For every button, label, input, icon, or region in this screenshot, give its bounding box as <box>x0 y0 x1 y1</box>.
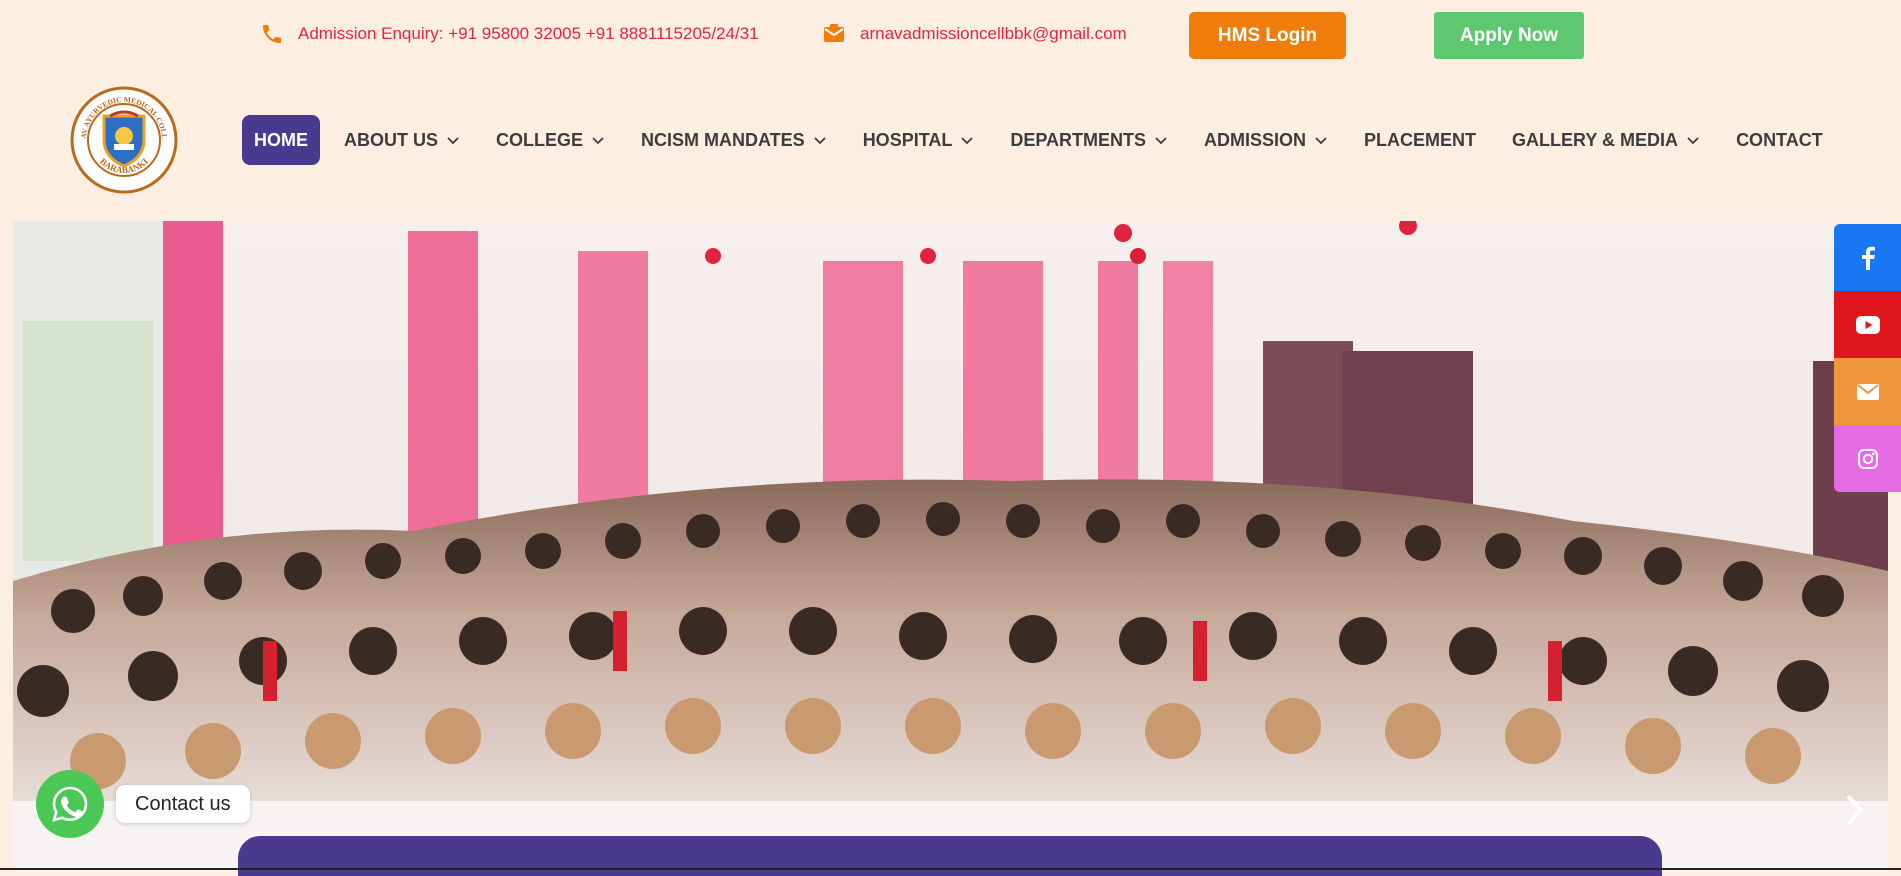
youtube-icon <box>1855 315 1880 334</box>
top-bar: Admission Enquiry: +91 95800 32005 +91 8… <box>0 0 1901 72</box>
hms-login-button[interactable]: HMS Login <box>1189 12 1346 59</box>
chevron-right-icon <box>1846 794 1864 826</box>
envelope-icon <box>824 24 844 42</box>
nav-ncism-mandates-label: NCISM MANDATES <box>641 129 805 150</box>
chevron-down-icon <box>592 137 604 145</box>
nav-college[interactable]: COLLEGE <box>484 115 617 165</box>
nav-departments-label: DEPARTMENTS <box>1010 129 1147 150</box>
chevron-down-icon <box>1315 137 1327 145</box>
hero-caption-bar <box>238 836 1662 876</box>
whatsapp-contact-label[interactable]: Contact us <box>116 785 250 823</box>
admission-enquiry[interactable]: Admission Enquiry: +91 95800 32005 +91 8… <box>260 22 759 46</box>
nav-ncism-mandates[interactable]: NCISM MANDATES <box>629 115 839 165</box>
nav-about-us[interactable]: ABOUT US <box>332 115 472 165</box>
main-navigation: HOME ABOUT US COLLEGE NCISM MANDATES HOS… <box>242 115 1835 165</box>
chevron-down-icon <box>1687 137 1699 145</box>
college-logo[interactable]: ARNAV AYURVEDIC MEDICAL COLLEGE BARABANK… <box>67 79 178 194</box>
phone-icon <box>263 25 281 43</box>
slider-next-button[interactable] <box>1839 787 1869 833</box>
hero-slider <box>13 221 1888 870</box>
email-icon <box>1856 383 1879 400</box>
hero-photo <box>13 221 1888 870</box>
admission-enquiry-text: Admission Enquiry: +91 95800 32005 +91 8… <box>298 24 759 43</box>
email-contact[interactable]: arnavadmissioncellbbk@gmail.com <box>822 22 1127 46</box>
chevron-down-icon <box>447 137 459 145</box>
chevron-down-icon <box>814 137 826 145</box>
nav-departments[interactable]: DEPARTMENTS <box>998 115 1180 165</box>
facebook-link[interactable] <box>1834 224 1901 291</box>
youtube-link[interactable] <box>1834 291 1901 358</box>
nav-gallery-media-label: GALLERY & MEDIA <box>1512 129 1679 150</box>
chevron-down-icon <box>1155 137 1167 145</box>
chevron-down-icon <box>961 137 973 145</box>
nav-hospital-label: HOSPITAL <box>862 129 953 150</box>
nav-admission-label: ADMISSION <box>1204 129 1307 150</box>
whatsapp-button[interactable] <box>36 770 104 838</box>
nav-placement-label: PLACEMENT <box>1364 129 1477 150</box>
email-text: arnavadmissioncellbbk@gmail.com <box>860 24 1127 43</box>
nav-contact[interactable]: CONTACT <box>1724 115 1835 165</box>
instagram-link[interactable] <box>1834 425 1901 492</box>
apply-now-button[interactable]: Apply Now <box>1434 12 1584 59</box>
facebook-icon <box>1861 246 1875 270</box>
nav-admission[interactable]: ADMISSION <box>1192 115 1340 165</box>
college-emblem-logo: ARNAV AYURVEDIC MEDICAL COLLEGE BARABANK… <box>67 79 178 194</box>
nav-home-label: HOME <box>254 129 308 150</box>
nav-college-label: COLLEGE <box>496 129 584 150</box>
email-link[interactable] <box>1834 358 1901 425</box>
nav-placement[interactable]: PLACEMENT <box>1352 115 1488 165</box>
nav-home[interactable]: HOME <box>242 115 320 165</box>
instagram-icon <box>1857 448 1878 469</box>
nav-gallery-media[interactable]: GALLERY & MEDIA <box>1500 115 1712 165</box>
nav-about-us-label: ABOUT US <box>344 129 438 150</box>
nav-contact-label: CONTACT <box>1736 129 1823 150</box>
whatsapp-icon <box>52 786 88 822</box>
nav-hospital[interactable]: HOSPITAL <box>851 115 987 165</box>
